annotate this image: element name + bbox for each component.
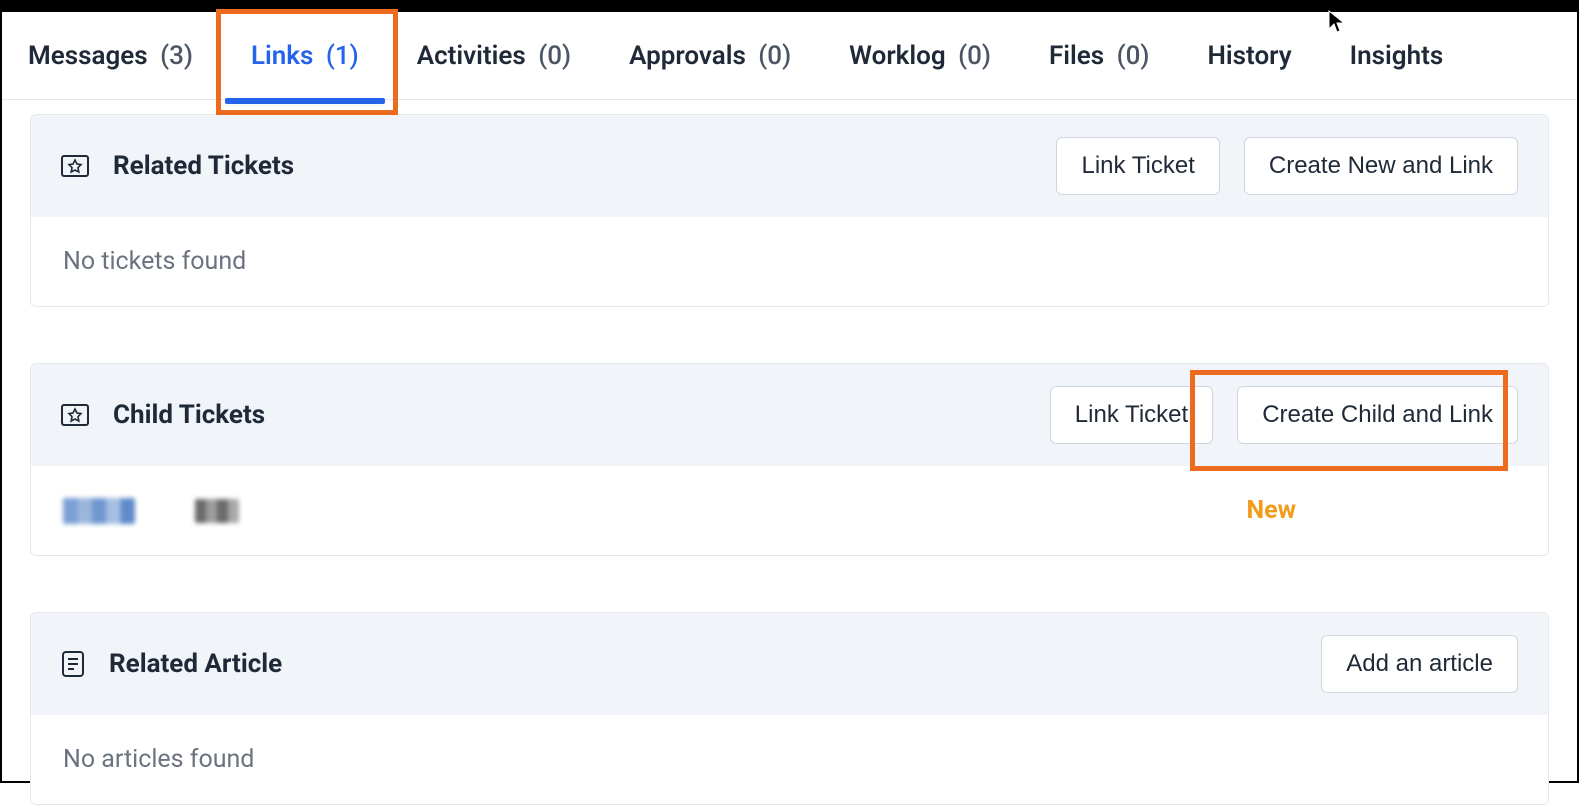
tab-label: Messages xyxy=(28,41,148,71)
tab-label: Links xyxy=(251,41,313,71)
tab-activities[interactable]: Activities (0) xyxy=(417,35,571,77)
tab-messages[interactable]: Messages (3) xyxy=(28,35,193,77)
panel-header: Related Article Add an article xyxy=(31,613,1548,715)
create-new-and-link-button[interactable]: Create New and Link xyxy=(1244,137,1518,195)
panel-body: No tickets found xyxy=(31,217,1548,306)
panel-title: Child Tickets xyxy=(113,400,1026,430)
empty-state-text: No articles found xyxy=(63,745,1516,774)
child-ticket-row[interactable]: New xyxy=(31,466,1548,555)
ticket-icon xyxy=(61,154,89,178)
add-article-button[interactable]: Add an article xyxy=(1321,635,1518,693)
tab-count: (0) xyxy=(538,41,571,71)
ticket-id-redacted xyxy=(63,498,135,524)
tab-count: (0) xyxy=(1117,41,1150,71)
panel-title: Related Tickets xyxy=(113,151,1032,181)
tab-count: (0) xyxy=(958,41,991,71)
tab-label: Activities xyxy=(417,41,526,71)
tab-label: History xyxy=(1208,41,1292,71)
link-ticket-button[interactable]: Link Ticket xyxy=(1050,386,1213,444)
empty-state-text: No tickets found xyxy=(63,247,1516,276)
link-ticket-button[interactable]: Link Ticket xyxy=(1056,137,1219,195)
content-area: Related Tickets Link Ticket Create New a… xyxy=(2,114,1577,805)
tab-bar: Messages (3) Links (1) Activities (0) Ap… xyxy=(2,12,1577,100)
panel-child-tickets: Child Tickets Link Ticket Create Child a… xyxy=(30,363,1549,556)
tab-count: (3) xyxy=(160,41,193,71)
ticket-status: New xyxy=(1247,496,1297,525)
tab-label: Files xyxy=(1049,41,1104,71)
tab-count: (0) xyxy=(758,41,791,71)
panel-header: Child Tickets Link Ticket Create Child a… xyxy=(31,364,1548,466)
tab-insights[interactable]: Insights xyxy=(1350,35,1444,77)
tab-worklog[interactable]: Worklog (0) xyxy=(849,35,991,77)
ticket-title-redacted xyxy=(195,499,239,523)
tab-label: Worklog xyxy=(849,41,945,71)
tab-links[interactable]: Links (1) xyxy=(251,35,359,77)
panel-body: No articles found xyxy=(31,715,1548,804)
tab-approvals[interactable]: Approvals (0) xyxy=(629,35,791,77)
panel-title: Related Article xyxy=(109,649,1297,679)
panel-header: Related Tickets Link Ticket Create New a… xyxy=(31,115,1548,217)
panel-related-tickets: Related Tickets Link Ticket Create New a… xyxy=(30,114,1549,307)
tab-history[interactable]: History xyxy=(1208,35,1292,77)
ticket-icon xyxy=(61,403,89,427)
create-child-and-link-button[interactable]: Create Child and Link xyxy=(1237,386,1518,444)
tab-count: (1) xyxy=(326,41,359,71)
tab-label: Insights xyxy=(1350,41,1444,71)
tab-files[interactable]: Files (0) xyxy=(1049,35,1150,77)
panel-related-article: Related Article Add an article No articl… xyxy=(30,612,1549,805)
article-icon xyxy=(61,650,85,678)
tab-label: Approvals xyxy=(629,41,746,71)
